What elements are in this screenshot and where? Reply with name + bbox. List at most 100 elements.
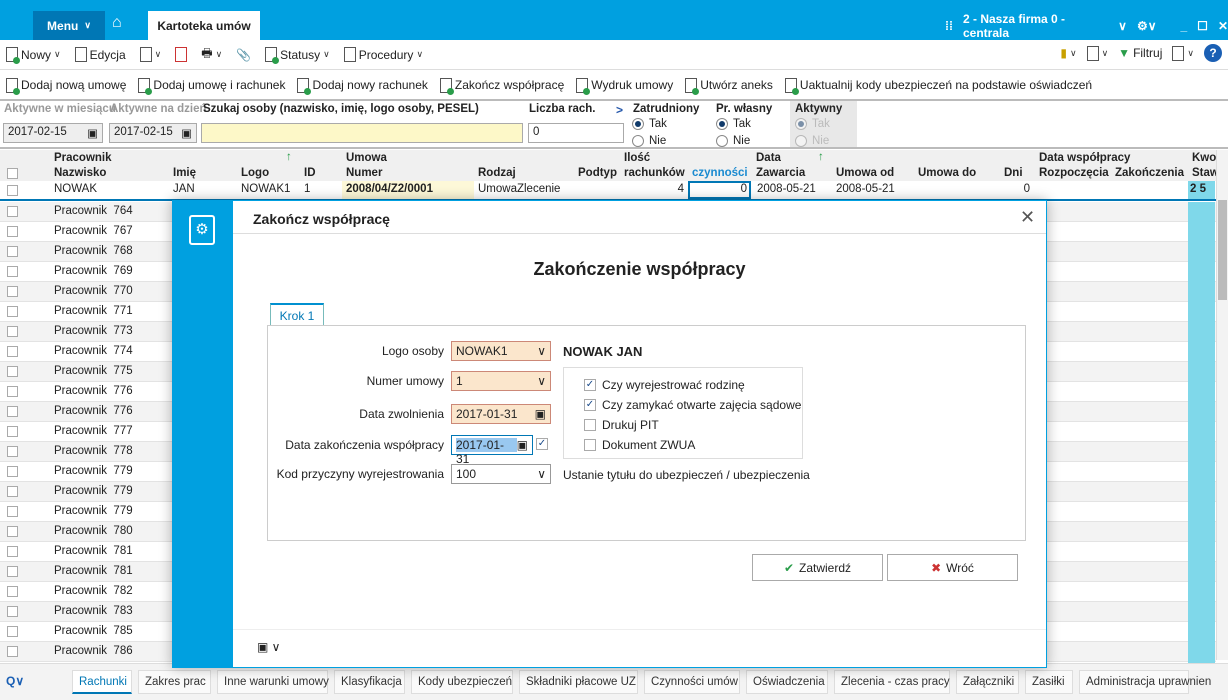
menu-button[interactable]: Menu ∨ xyxy=(33,11,105,40)
row-checkbox[interactable] xyxy=(7,646,18,657)
chart-button[interactable]: ▮ ∨ xyxy=(1060,46,1076,60)
row-checkbox[interactable] xyxy=(7,626,18,637)
home-icon[interactable]: ⌂ xyxy=(112,14,122,32)
wroc-button[interactable]: ✖ Wróć xyxy=(887,554,1018,581)
liczba-rach-input[interactable]: 0 xyxy=(528,123,624,143)
column-header[interactable]: Rozpoczęcia xyxy=(1039,167,1109,179)
row-checkbox[interactable] xyxy=(7,506,18,517)
statusy-button[interactable]: Statusy ∨ xyxy=(265,47,330,64)
calendar-icon[interactable]: ▣ xyxy=(87,126,98,140)
zatwierdz-button[interactable]: ✔ Zatwierdź xyxy=(752,554,883,581)
option-checkbox[interactable]: ✓ Czy wyrejestrować rodzinę xyxy=(584,378,745,392)
row-checkbox[interactable] xyxy=(7,206,18,217)
column-header[interactable]: rachunków xyxy=(624,167,685,179)
bottom-tab[interactable]: Składniki płacowe UZ xyxy=(519,670,638,694)
action-button[interactable]: Zakończ współpracę xyxy=(439,77,564,95)
action-button[interactable]: Utwórz aneks xyxy=(685,77,773,95)
select-all-checkbox[interactable] xyxy=(7,168,18,179)
data-zakonczenia-checkbox[interactable]: ✓ xyxy=(536,438,548,450)
new-button[interactable]: Nowy ∨ xyxy=(6,47,61,64)
checkbox[interactable]: ✓ xyxy=(584,399,596,411)
search-icon[interactable]: Q∨ xyxy=(6,674,24,688)
minimize-icon[interactable]: _ xyxy=(1180,19,1187,33)
bottom-tab[interactable]: Zakres prac xyxy=(138,670,211,694)
bottom-tab[interactable]: Oświadczenia xyxy=(746,670,828,694)
row-checkbox[interactable] xyxy=(7,606,18,617)
zatrudniony-nie-radio[interactable]: Nie xyxy=(632,135,666,147)
firm-selector[interactable]: ⁞⁞ 2 - Nasza firma 0 - centrala ∨ ⚙∨ _ ☐ ✕ xyxy=(945,12,1228,40)
bottom-tab[interactable]: Zlecenia - czas pracy xyxy=(834,670,950,694)
option-checkbox[interactable]: Dokument ZWUA xyxy=(584,438,695,452)
close-icon[interactable]: ✕ xyxy=(1218,19,1228,33)
cell-czynnosci[interactable]: 0 xyxy=(688,181,751,199)
row-checkbox[interactable] xyxy=(7,366,18,377)
row-checkbox[interactable] xyxy=(7,306,18,317)
row-checkbox[interactable] xyxy=(7,386,18,397)
row-checkbox[interactable] xyxy=(7,566,18,577)
option-checkbox[interactable]: ✓ Czy zamykać otwarte zajęcia sądowe xyxy=(584,398,801,412)
wlasny-nie-radio[interactable]: Nie xyxy=(716,135,750,147)
attach-button[interactable]: 📎 xyxy=(236,48,251,62)
calendar-icon[interactable]: ▣ xyxy=(535,407,546,421)
bottom-tab[interactable]: Rachunki xyxy=(72,670,132,694)
wlasny-tak-radio[interactable]: Tak xyxy=(716,118,751,130)
calendar-icon[interactable]: ▣ xyxy=(181,126,192,140)
row-checkbox[interactable] xyxy=(7,286,18,297)
data-zakonczenia-input[interactable]: 2017-01-31 ▣ xyxy=(451,435,533,466)
kod-przyczyny-select[interactable]: 100 ∨ xyxy=(451,464,551,484)
column-header[interactable]: Staw xyxy=(1192,167,1219,179)
search-button[interactable]: ∨ xyxy=(139,47,161,62)
logo-osoby-select[interactable]: NOWAK1 ∨ xyxy=(451,341,551,361)
action-button[interactable]: Dodaj nową umowę xyxy=(6,77,126,95)
row-checkbox[interactable] xyxy=(7,406,18,417)
row-checkbox[interactable] xyxy=(7,185,18,196)
table-row-selected[interactable]: NOWAK JAN NOWAK1 1 2008/04/Z2/0001 Umowa… xyxy=(0,181,1216,201)
bottom-tab[interactable]: Klasyfikacja xyxy=(334,670,405,694)
checkbox[interactable]: ✓ xyxy=(584,379,596,391)
bottom-tab[interactable]: Inne warunki umowy xyxy=(217,670,329,694)
aktywne-dzien-input[interactable]: 2017-02-15 ▣ xyxy=(109,123,197,143)
view-button[interactable]: ∨ xyxy=(1172,45,1194,61)
procedury-button[interactable]: Procedury ∨ xyxy=(343,47,423,62)
row-checkbox[interactable] xyxy=(7,426,18,437)
expand-icon[interactable]: > xyxy=(616,103,623,117)
checkbox[interactable] xyxy=(584,439,596,451)
bottom-tab[interactable]: Kody ubezpieczeń xyxy=(411,670,513,694)
column-header[interactable]: Logo xyxy=(241,167,269,179)
row-checkbox[interactable] xyxy=(7,466,18,477)
row-checkbox[interactable] xyxy=(7,546,18,557)
close-icon[interactable]: ✕ xyxy=(1020,207,1035,228)
column-header[interactable]: Zawarcia xyxy=(756,167,805,179)
edit-button[interactable]: Edycja xyxy=(74,47,126,62)
row-checkbox[interactable] xyxy=(7,346,18,357)
column-header[interactable]: ID xyxy=(304,167,316,179)
column-header[interactable]: Nazwisko xyxy=(54,167,106,179)
bottom-tab[interactable]: Czynności umów xyxy=(644,670,740,694)
gear-icon[interactable]: ⚙∨ xyxy=(1137,19,1157,33)
action-button[interactable]: Wydruk umowy xyxy=(576,77,673,95)
zatrudniony-tak-radio[interactable]: Tak xyxy=(632,118,667,130)
tab-krok-1[interactable]: Krok 1 xyxy=(270,303,324,326)
column-header[interactable]: Numer xyxy=(346,167,382,179)
column-header[interactable]: Dni xyxy=(1004,167,1023,179)
config-button[interactable]: ▣ ∨ xyxy=(257,640,280,654)
option-checkbox[interactable]: Drukuj PIT xyxy=(584,418,659,432)
row-checkbox[interactable] xyxy=(7,586,18,597)
data-zwolnienia-input[interactable]: 2017-01-31 ▣ xyxy=(451,404,551,424)
calendar-icon[interactable]: ▣ xyxy=(517,438,528,452)
action-button[interactable]: Dodaj nowy rachunek xyxy=(297,77,428,95)
bottom-tab[interactable]: Załączniki xyxy=(956,670,1019,694)
bottom-tab[interactable]: Zasiłki xyxy=(1025,670,1073,694)
filter-button[interactable]: ▼ Filtruj xyxy=(1118,46,1162,60)
tab-kartoteka-umow[interactable]: Kartoteka umów xyxy=(148,11,260,40)
column-header[interactable]: czynności xyxy=(692,167,748,179)
checkbox[interactable] xyxy=(584,419,596,431)
search-person-input[interactable] xyxy=(201,123,523,143)
row-checkbox[interactable] xyxy=(7,486,18,497)
row-checkbox[interactable] xyxy=(7,446,18,457)
row-checkbox[interactable] xyxy=(7,526,18,537)
maximize-icon[interactable]: ☐ xyxy=(1197,19,1208,33)
row-checkbox[interactable] xyxy=(7,266,18,277)
column-header[interactable]: Umowa od xyxy=(836,167,894,179)
sort-asc-icon[interactable]: ↑ xyxy=(286,151,292,163)
